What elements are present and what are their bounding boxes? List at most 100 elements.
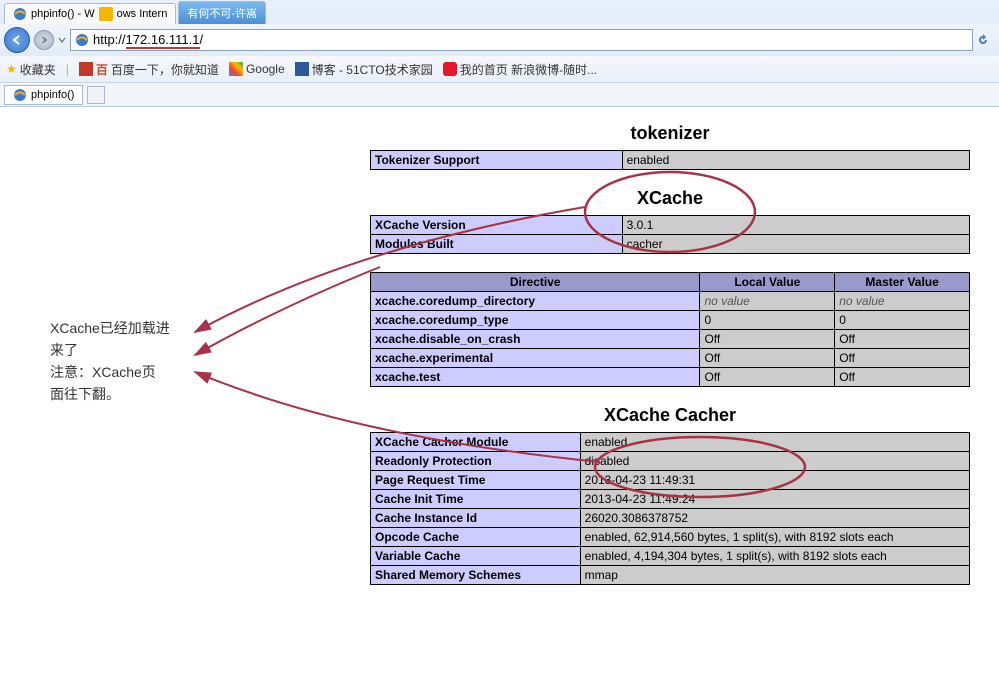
directive-name: Opcode Cache [371,528,581,547]
tab-title-suffix: ows Intern [117,8,168,20]
table-row: xcache.coredump_directoryno valueno valu… [371,292,970,311]
google-icon [229,62,243,76]
favorites-label: 收藏夹 [20,61,56,78]
table-row: Cache Init Time2013-04-23 11:49:24 [371,490,970,509]
tab-title: 有何不可-许嵩 [187,5,257,21]
window-tab-1[interactable]: phpinfo() - W ows Intern [4,3,176,24]
bookmark-label: 我的首页 新浪微博-随时... [460,61,597,78]
page-content: XCache已经加载进 来了 注意：XCache页 面往下翻。 tokenize… [0,107,999,623]
table-row: Cache Instance Id26020.3086378752 [371,509,970,528]
new-tab-button[interactable] [87,86,105,104]
directive-name: Cache Init Time [371,490,581,509]
arrow-2 [195,267,380,355]
browser-chrome: phpinfo() - W ows Intern 有何不可-许嵩 http://… [0,0,999,107]
address-bar-row: http://172.16.111.1/ [0,24,999,56]
col-master: Master Value [835,273,970,292]
bookmark-item[interactable]: Google [229,62,285,76]
directive-value: cacher [622,235,969,254]
local-value: Off [700,330,835,349]
table-row: Shared Memory Schemesmmap [371,566,970,585]
section-title-tokenizer: tokenizer [370,123,970,144]
directive-value: 2013-04-23 11:49:24 [580,490,969,509]
col-directive: Directive [371,273,700,292]
directive-name: Cache Instance Id [371,509,581,528]
directive-name: xcache.disable_on_crash [371,330,700,349]
directive-name: xcache.coredump_directory [371,292,700,311]
bookmark-bai-icon: 百 [96,61,108,78]
directive-name: Page Request Time [371,471,581,490]
directive-value: enabled [580,433,969,452]
bookmark-label: 百度一下，你就知道 [111,61,219,78]
local-value: 0 [700,311,835,330]
tab-title: phpinfo() - W [31,8,95,20]
table-row: XCache Cacher Moduleenabled [371,433,970,452]
page-tab[interactable]: phpinfo() [4,85,83,105]
master-value: no value [835,292,970,311]
bookmark-item[interactable]: 百 百度一下，你就知道 [79,61,219,78]
arrow-left-icon [11,34,23,46]
favorites-button[interactable]: ★ 收藏夹 [6,61,56,78]
bookmark-icon [79,62,93,76]
bookmark-item[interactable]: 我的首页 新浪微博-随时... [443,61,597,78]
directive-value: 3.0.1 [622,216,969,235]
site-icon [295,62,309,76]
directive-name: xcache.test [371,368,700,387]
window-tab-row: phpinfo() - W ows Intern 有何不可-许嵩 [0,0,999,24]
master-value: 0 [835,311,970,330]
table-row: Opcode Cacheenabled, 62,914,560 bytes, 1… [371,528,970,547]
directive-name: xcache.coredump_type [371,311,700,330]
directive-name: Modules Built [371,235,623,254]
forward-button[interactable] [34,30,54,50]
master-value: Off [835,330,970,349]
favorites-bar: ★ 收藏夹 | 百 百度一下，你就知道 Google 博客 - 51CTO技术家… [0,56,999,82]
directive-name: XCache Cacher Module [371,433,581,452]
page-tab-label: phpinfo() [31,89,74,101]
table-row: Modules Builtcacher [371,235,970,254]
directive-value: 2013-04-23 11:49:31 [580,471,969,490]
directive-value: disabled [580,452,969,471]
window-tab-2[interactable]: 有何不可-许嵩 [178,1,266,24]
directive-name: XCache Version [371,216,623,235]
local-value: Off [700,368,835,387]
annotation-note: XCache已经加载进 来了 注意：XCache页 面往下翻。 [50,317,210,405]
bookmark-label: Google [246,62,285,76]
directive-value: enabled, 62,914,560 bytes, 1 split(s), w… [580,528,969,547]
table-row: Variable Cacheenabled, 4,194,304 bytes, … [371,547,970,566]
back-button[interactable] [4,27,30,53]
bookmark-label: 博客 - 51CTO技术家园 [312,61,433,78]
phpinfo-section: tokenizer Tokenizer Supportenabled XCach… [370,123,970,585]
bookmark-item[interactable]: 博客 - 51CTO技术家园 [295,61,433,78]
xcache-cacher-table: XCache Cacher ModuleenabledReadonly Prot… [370,432,970,585]
directive-value: 26020.3086378752 [580,509,969,528]
directive-name: Shared Memory Schemes [371,566,581,585]
divider: | [66,62,69,76]
ie-icon [13,7,27,21]
page-tab-row: phpinfo() [0,82,999,106]
local-value: Off [700,349,835,368]
refresh-icon[interactable] [977,34,989,46]
table-row: xcache.experimentalOffOff [371,349,970,368]
table-row: xcache.coredump_type00 [371,311,970,330]
address-input[interactable]: http://172.16.111.1/ [70,29,973,51]
directive-name: xcache.experimental [371,349,700,368]
col-local: Local Value [700,273,835,292]
ie-icon [13,88,27,102]
master-value: Off [835,349,970,368]
section-title-xcache: XCache [370,188,970,209]
directive-value: enabled [622,151,969,170]
tokenizer-table: Tokenizer Supportenabled [370,150,970,170]
directive-value: enabled, 4,194,304 bytes, 1 split(s), wi… [580,547,969,566]
directive-value: mmap [580,566,969,585]
chevron-down-icon[interactable] [58,36,66,44]
star-icon: ★ [6,62,17,76]
table-row: Page Request Time2013-04-23 11:49:31 [371,471,970,490]
arrow-right-icon [40,36,48,44]
master-value: Off [835,368,970,387]
table-row: xcache.disable_on_crashOffOff [371,330,970,349]
page-icon [75,33,89,47]
table-row: xcache.testOffOff [371,368,970,387]
directive-name: Variable Cache [371,547,581,566]
table-row: XCache Version3.0.1 [371,216,970,235]
directive-name: Readonly Protection [371,452,581,471]
table-row: Tokenizer Supportenabled [371,151,970,170]
